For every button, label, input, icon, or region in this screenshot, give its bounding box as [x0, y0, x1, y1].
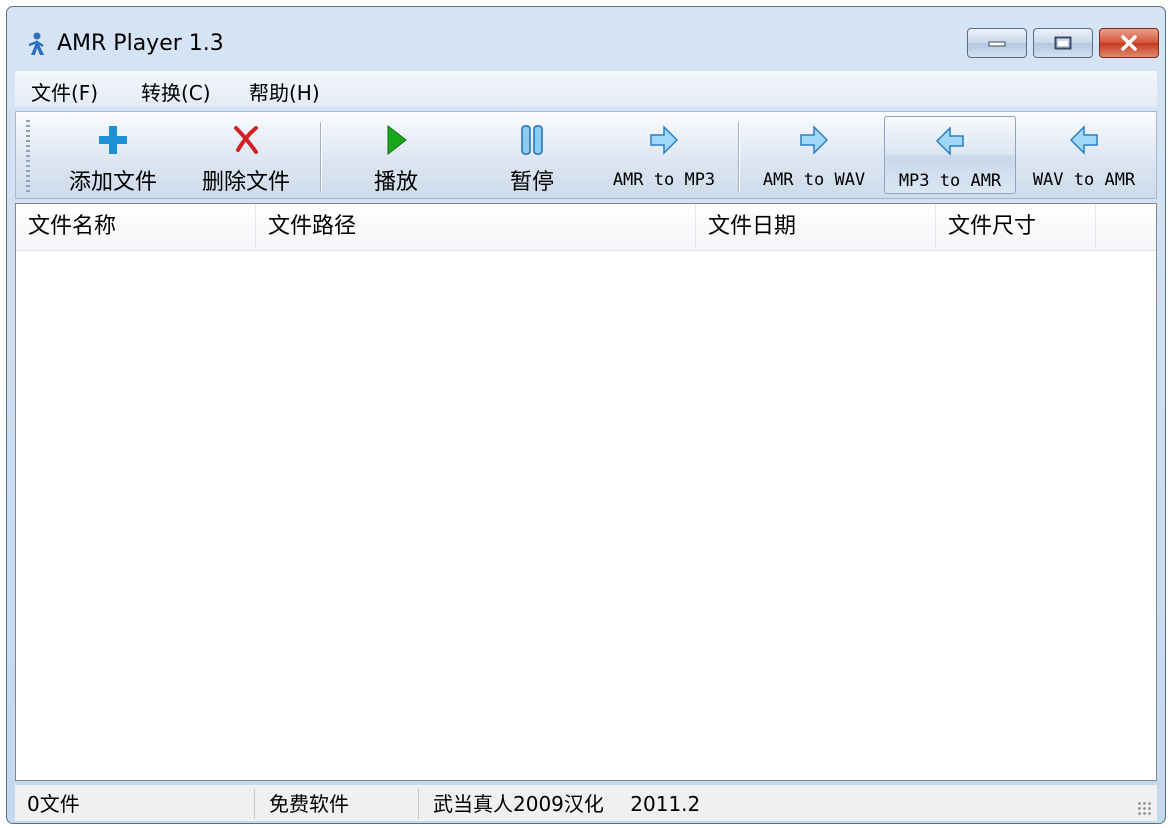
menu-file[interactable]: 文件(F)	[29, 77, 100, 106]
status-credit: 武当真人2009汉化	[433, 792, 604, 816]
delete-x-icon	[234, 126, 258, 154]
delete-file-button[interactable]: 删除文件	[184, 116, 308, 195]
menu-convert[interactable]: 转换(C)	[139, 77, 213, 106]
column-header-path[interactable]: 文件路径	[256, 204, 696, 250]
menu-help[interactable]: 帮助(H)	[247, 77, 322, 106]
mp3-to-amr-label: MP3 to AMR	[898, 171, 1002, 191]
arrow-right-icon	[800, 125, 829, 155]
status-date: 2011.2	[630, 792, 701, 816]
play-label: 播放	[373, 170, 418, 195]
amr-to-wav-button[interactable]: AMR to WAV	[748, 116, 880, 194]
amr-to-mp3-label: AMR to MP3	[612, 170, 716, 190]
delete-file-label: 删除文件	[201, 170, 290, 195]
status-bar: 0文件 免费软件 武当真人2009汉化 2011.2	[15, 785, 1157, 821]
resize-grip-icon[interactable]	[1137, 801, 1151, 815]
status-credit-panel: 武当真人2009汉化 2011.2	[425, 789, 1145, 819]
wav-to-amr-label: WAV to AMR	[1032, 170, 1136, 190]
menu-bar: 文件(F) 转换(C) 帮助(H)	[15, 71, 1157, 107]
list-header: 文件名称 文件路径 文件日期 文件尺寸	[16, 204, 1156, 251]
maximize-button[interactable]	[1033, 28, 1093, 58]
amr-to-mp3-button[interactable]: AMR to MP3	[600, 116, 728, 194]
minimize-icon	[988, 41, 1006, 47]
status-license: 免费软件	[261, 789, 419, 819]
app-window: AMR Player 1.3 文件(F) 转换(C) 帮助(H) 添加文件 删除…	[6, 6, 1166, 824]
column-header-date[interactable]: 文件日期	[696, 204, 936, 250]
arrow-left-icon	[1069, 125, 1098, 155]
title-bar[interactable]: AMR Player 1.3	[7, 7, 1165, 69]
toolbar-separator	[738, 122, 740, 192]
wav-to-amr-button[interactable]: WAV to AMR	[1018, 116, 1150, 194]
add-file-label: 添加文件	[68, 170, 157, 195]
toolbar: 添加文件 删除文件 播放 暂停 AMR to MP3 AMR to WAV MP…	[15, 111, 1157, 199]
pause-icon	[521, 125, 543, 155]
column-header-size[interactable]: 文件尺寸	[936, 204, 1096, 250]
play-icon	[387, 124, 407, 156]
add-file-button[interactable]: 添加文件	[54, 116, 172, 195]
amr-to-wav-label: AMR to WAV	[762, 170, 866, 190]
maximize-icon	[1054, 36, 1072, 50]
close-button[interactable]	[1099, 28, 1159, 58]
arrow-left-icon	[935, 126, 964, 156]
column-header-name[interactable]: 文件名称	[16, 204, 256, 250]
minimize-button[interactable]	[967, 28, 1027, 58]
person-icon	[28, 32, 44, 55]
file-list[interactable]: 文件名称 文件路径 文件日期 文件尺寸	[15, 203, 1157, 781]
window-title: AMR Player 1.3	[57, 31, 224, 56]
mp3-to-amr-button[interactable]: MP3 to AMR	[884, 116, 1016, 194]
pause-label: 暂停	[509, 170, 554, 195]
toolbar-grip[interactable]	[26, 120, 30, 192]
toolbar-separator	[320, 122, 322, 192]
arrow-right-icon	[650, 125, 679, 155]
close-icon	[1121, 35, 1137, 51]
plus-icon	[99, 126, 127, 154]
status-file-count: 0文件	[19, 789, 255, 819]
pause-button[interactable]: 暂停	[482, 116, 582, 195]
play-button[interactable]: 播放	[346, 116, 446, 195]
